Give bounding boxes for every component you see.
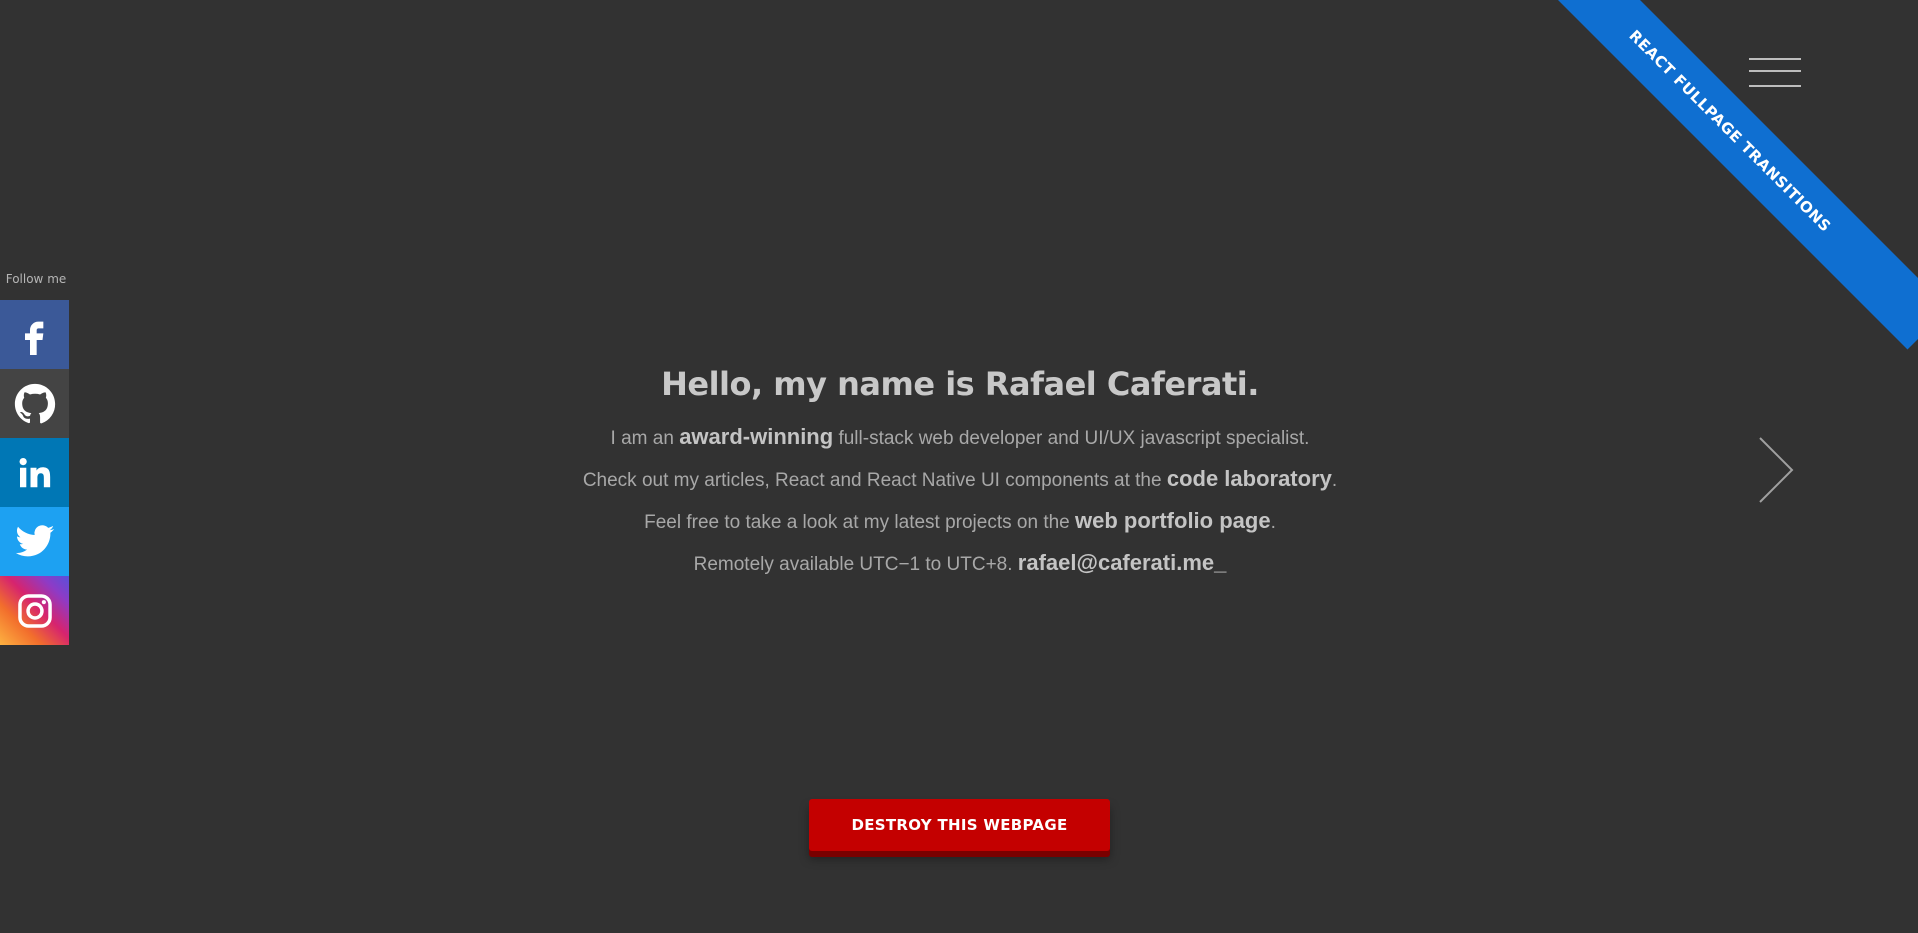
hero-section: Hello, my name is Rafael Caferati. I am … xyxy=(460,365,1460,585)
hero-line-3: Feel free to take a look at my latest pr… xyxy=(460,501,1460,543)
hero-line-2-text-end: . xyxy=(1331,470,1338,491)
typing-cursor: _ xyxy=(1214,550,1227,575)
hamburger-menu-icon[interactable] xyxy=(1749,58,1801,88)
hero-line-4: Remotely available UTC−1 to UTC+8. rafae… xyxy=(460,543,1460,585)
follow-me-label: Follow me xyxy=(5,272,67,286)
hero-line-2-text: Check out my articles, React and React N… xyxy=(582,470,1167,491)
linkedin-link[interactable] xyxy=(0,438,69,507)
hamburger-line xyxy=(1749,70,1801,72)
corner-ribbon-link[interactable]: REACT FULLPAGE TRANSITIONS xyxy=(1511,0,1918,350)
hero-line-2: Check out my articles, React and React N… xyxy=(460,459,1460,501)
hero-line-4-text: Remotely available UTC−1 to UTC+8. xyxy=(693,554,1018,575)
hero-line-3-text-end: . xyxy=(1270,512,1276,533)
hero-title: Hello, my name is Rafael Caferati. xyxy=(661,365,1259,403)
twitter-link[interactable] xyxy=(0,507,69,576)
chevron-right-icon xyxy=(1759,437,1794,503)
instagram-link[interactable] xyxy=(0,576,69,645)
corner-ribbon-container: REACT FULLPAGE TRANSITIONS xyxy=(1498,0,1918,420)
github-icon xyxy=(14,383,55,423)
code-laboratory-link[interactable]: code laboratory xyxy=(1167,466,1332,491)
hamburger-line xyxy=(1749,85,1801,87)
hero-line-1-text: I am an xyxy=(610,428,680,449)
github-link[interactable] xyxy=(0,369,69,438)
email-link[interactable]: rafael@caferati.me xyxy=(1018,550,1214,575)
hero-line-1-text-end: full-stack web developer and UI/UX javas… xyxy=(833,428,1310,449)
award-winning-text: award-winning xyxy=(679,424,834,449)
hero-line-1: I am an award-winning full-stack web dev… xyxy=(460,417,1460,459)
facebook-icon xyxy=(24,321,43,355)
next-page-button[interactable] xyxy=(1756,436,1796,504)
social-sidebar xyxy=(0,300,69,645)
linkedin-icon xyxy=(19,457,50,487)
hamburger-line xyxy=(1749,58,1801,60)
web-portfolio-link[interactable]: web portfolio page xyxy=(1075,508,1271,533)
hero-line-3-text: Feel free to take a look at my latest pr… xyxy=(644,512,1076,533)
instagram-icon xyxy=(17,593,52,628)
page: REACT FULLPAGE TRANSITIONS Follow me Hel… xyxy=(0,0,1918,933)
twitter-icon xyxy=(15,524,54,556)
facebook-link[interactable] xyxy=(0,300,69,369)
destroy-webpage-button[interactable]: DESTROY THIS WEBPAGE xyxy=(809,799,1110,851)
